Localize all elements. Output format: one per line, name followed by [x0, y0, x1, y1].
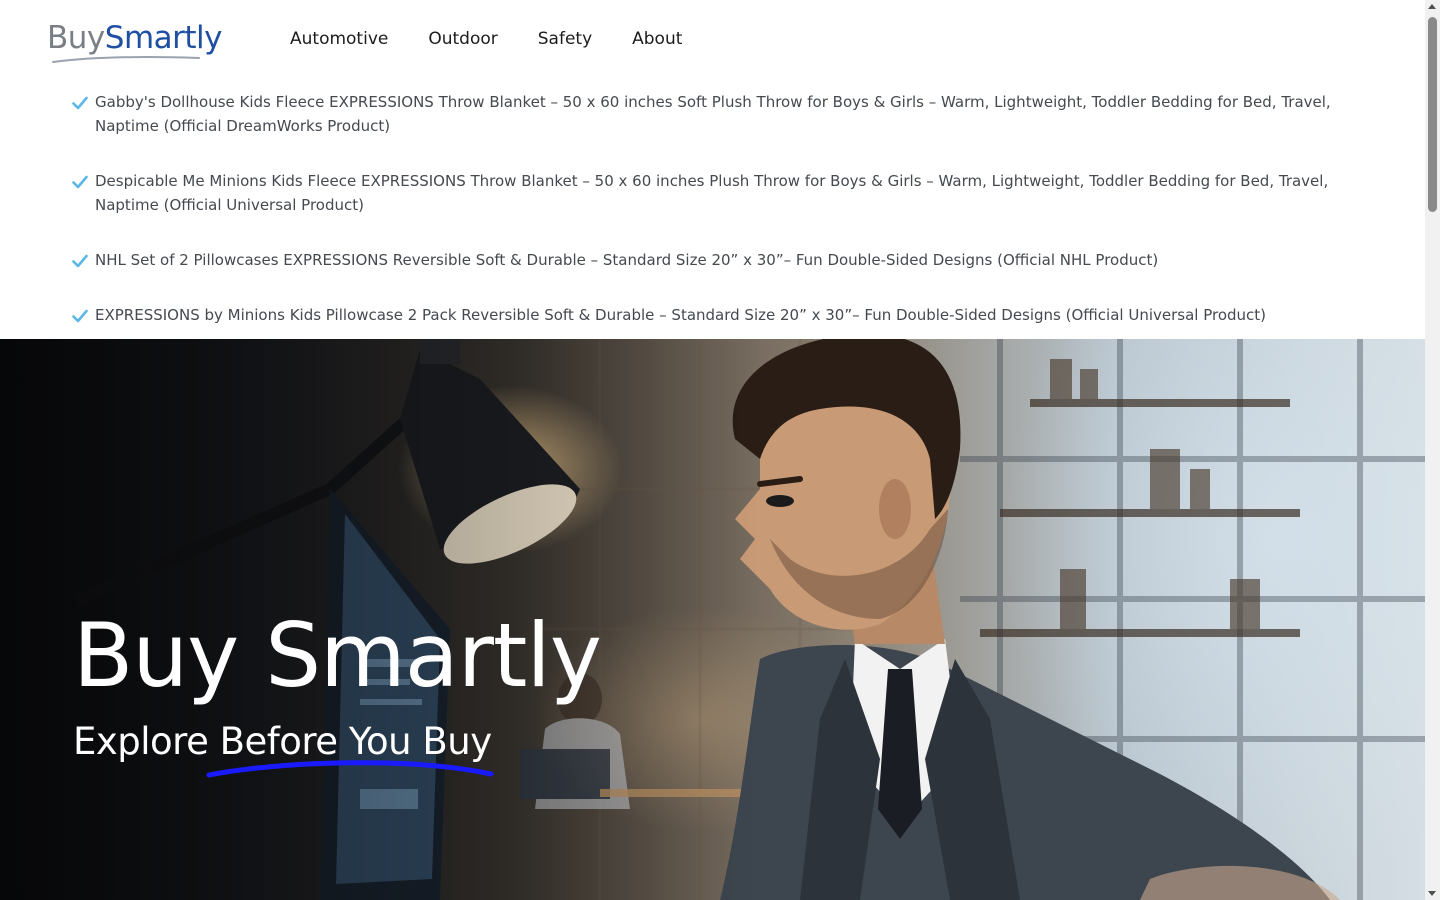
product-link[interactable]: EXPRESSIONS by Minions Kids Pillowcase 2…: [95, 303, 1342, 327]
list-item: NHL Set of 2 Pillowcases EXPRESSIONS Rev…: [72, 248, 1342, 272]
page: BuySmartly Automotive Outdoor Safety Abo…: [0, 0, 1425, 900]
main-nav: Automotive Outdoor Safety About: [290, 28, 722, 50]
nav-link-about[interactable]: About: [632, 28, 682, 50]
nav-link-automotive[interactable]: Automotive: [290, 28, 388, 50]
checkmark-icon: [72, 175, 88, 189]
checkmark-icon: [72, 254, 88, 268]
nav-link-outdoor[interactable]: Outdoor: [428, 28, 497, 50]
logo-wordmark: BuySmartly: [47, 20, 223, 56]
underline-swoosh-icon: [206, 760, 494, 778]
logo-swoosh-icon: [52, 56, 200, 63]
site-logo[interactable]: BuySmartly: [47, 18, 237, 66]
hero-banner: Buy Smartly Explore Before You Buy: [0, 339, 1425, 900]
logo-buy: Buy: [47, 20, 105, 56]
product-list: Gabby's Dollhouse Kids Fleece EXPRESSION…: [72, 90, 1342, 358]
checkmark-icon: [72, 96, 88, 110]
product-link[interactable]: NHL Set of 2 Pillowcases EXPRESSIONS Rev…: [95, 248, 1342, 272]
logo-smartly: Smartly: [104, 20, 223, 56]
checkmark-icon: [72, 309, 88, 323]
hero-title: Buy Smartly: [73, 604, 602, 707]
page-scrollbar[interactable]: [1425, 0, 1440, 900]
scroll-up-arrow-icon[interactable]: [1428, 4, 1436, 9]
scroll-down-arrow-icon[interactable]: [1428, 891, 1436, 896]
product-link[interactable]: Despicable Me Minions Kids Fleece EXPRES…: [95, 169, 1342, 217]
list-item: Despicable Me Minions Kids Fleece EXPRES…: [72, 169, 1342, 217]
product-link[interactable]: Gabby's Dollhouse Kids Fleece EXPRESSION…: [95, 90, 1342, 138]
list-item: Gabby's Dollhouse Kids Fleece EXPRESSION…: [72, 90, 1342, 138]
scroll-thumb[interactable]: [1428, 17, 1437, 212]
list-item: EXPRESSIONS by Minions Kids Pillowcase 2…: [72, 303, 1342, 327]
site-header: BuySmartly Automotive Outdoor Safety Abo…: [0, 0, 1425, 80]
nav-link-safety[interactable]: Safety: [538, 28, 592, 50]
